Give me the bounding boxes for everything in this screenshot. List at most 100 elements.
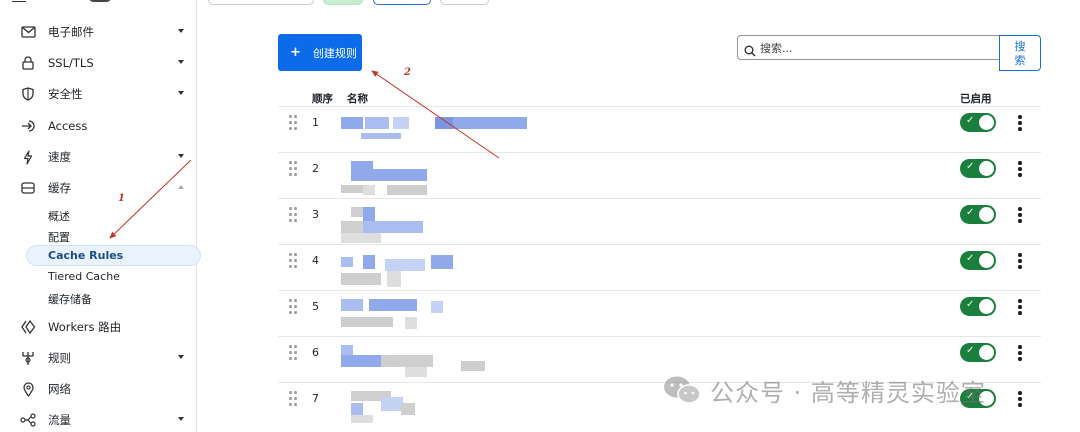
more-options-icon[interactable] <box>1016 345 1024 361</box>
back-arrow-icon[interactable] <box>12 0 26 2</box>
rule-name-redacted <box>341 341 571 381</box>
sidebar-item-speed[interactable]: 速度 <box>0 144 197 170</box>
top-button-partial-green[interactable] <box>323 0 363 5</box>
top-select-partial[interactable] <box>208 0 314 5</box>
traffic-icon <box>20 412 36 428</box>
enabled-toggle[interactable]: ✓ <box>960 297 996 316</box>
sidebar-item-email[interactable]: 电子邮件 <box>0 19 197 45</box>
enabled-toggle[interactable]: ✓ <box>960 343 996 362</box>
envelope-icon <box>20 24 36 40</box>
sidebar-item-ssl[interactable]: SSL/TLS <box>0 50 197 76</box>
table-row[interactable]: 1 ✓ <box>278 106 1041 152</box>
watermark-text: 公众号 · 高等精灵实验室 <box>710 378 986 407</box>
toggle-knob <box>979 345 994 360</box>
check-icon: ✓ <box>966 161 975 172</box>
sidebar-item-rules[interactable]: 规则 <box>0 345 197 371</box>
site-name-partial <box>88 0 112 2</box>
rule-order: 6 <box>312 346 319 359</box>
rule-name-redacted <box>341 157 571 197</box>
chevron-down-icon <box>178 417 184 421</box>
table-row[interactable]: 4 ✓ <box>278 244 1041 290</box>
rule-order: 7 <box>312 392 319 405</box>
toggle-knob <box>979 115 994 130</box>
more-options-icon[interactable] <box>1016 253 1024 269</box>
chevron-down-icon <box>178 29 184 33</box>
rule-order: 1 <box>312 116 319 129</box>
sidebar-subitem-tiered-cache[interactable]: Tiered Cache <box>48 270 120 283</box>
table-row[interactable]: 5 ✓ <box>278 290 1041 336</box>
lightning-icon <box>20 149 36 165</box>
sidebar-item-workers-routes[interactable]: Workers 路由 <box>0 314 197 340</box>
sidebar-subitem-cache-rules[interactable]: Cache Rules <box>26 245 201 266</box>
top-button-partial-plain[interactable] <box>440 0 489 5</box>
column-header-name: 名称 <box>347 93 368 105</box>
rule-name-redacted <box>341 111 571 151</box>
sidebar-item-security[interactable]: 安全性 <box>0 81 197 107</box>
chevron-up-icon <box>178 185 184 189</box>
drag-handle-icon[interactable] <box>289 161 299 177</box>
column-header-enabled: 已启用 <box>960 93 992 105</box>
rule-order: 2 <box>312 162 319 175</box>
wechat-icon <box>662 375 702 405</box>
enabled-toggle[interactable]: ✓ <box>960 159 996 178</box>
sidebar-subitem-config[interactable]: 配置 <box>48 229 70 245</box>
search-input[interactable] <box>760 39 990 57</box>
lock-icon <box>20 55 36 71</box>
enabled-toggle[interactable]: ✓ <box>960 205 996 224</box>
table-row[interactable]: 3 ✓ <box>278 198 1041 244</box>
check-icon: ✓ <box>966 253 975 264</box>
sidebar-item-label: 网络 <box>48 382 71 396</box>
sidebar-item-label: 流量 <box>48 413 71 427</box>
access-icon <box>20 118 36 134</box>
rule-name-redacted <box>341 249 571 289</box>
create-rule-button[interactable]: + 创建规则 <box>278 34 362 71</box>
check-icon: ✓ <box>966 115 975 126</box>
plus-icon: + <box>290 45 301 60</box>
cache-drive-icon <box>20 180 36 196</box>
chevron-down-icon <box>178 60 184 64</box>
rule-name-redacted <box>341 295 571 335</box>
sidebar-item-label: 规则 <box>48 351 71 365</box>
rule-name-redacted <box>341 387 571 427</box>
annotation-marker-1: 1 <box>118 193 125 204</box>
sidebar-item-cache[interactable]: 缓存 <box>0 175 197 201</box>
sidebar-item-traffic[interactable]: 流量 <box>0 407 197 432</box>
drag-handle-icon[interactable] <box>289 253 299 269</box>
drag-handle-icon[interactable] <box>289 299 299 315</box>
sidebar-subitem-overview[interactable]: 概述 <box>48 208 70 224</box>
sidebar-item-label: Workers 路由 <box>48 320 122 334</box>
rule-order: 4 <box>312 254 319 267</box>
toggle-knob <box>979 207 994 222</box>
rule-name-redacted <box>341 203 571 243</box>
rules-icon <box>20 350 36 366</box>
drag-handle-icon[interactable] <box>289 391 299 407</box>
chevron-down-icon <box>178 91 184 95</box>
sidebar: 电子邮件 SSL/TLS 安全性 Access 速度 缓存 概述 配置 Cach… <box>0 0 201 432</box>
drag-handle-icon[interactable] <box>289 207 299 223</box>
sidebar-item-network[interactable]: 网络 <box>0 376 197 402</box>
sidebar-item-access[interactable]: Access <box>0 113 197 139</box>
more-options-icon[interactable] <box>1016 207 1024 223</box>
sidebar-item-label: 电子邮件 <box>48 25 94 39</box>
location-pin-icon <box>20 381 36 397</box>
chevron-down-icon <box>178 154 184 158</box>
check-icon: ✓ <box>966 299 975 310</box>
table-row[interactable]: 2 ✓ <box>278 152 1041 198</box>
sidebar-item-label: 速度 <box>48 150 71 164</box>
annotation-marker-2: 2 <box>404 67 411 78</box>
search-button[interactable]: 搜索 <box>999 35 1041 71</box>
more-options-icon[interactable] <box>1016 391 1024 407</box>
workers-icon <box>20 319 36 335</box>
enabled-toggle[interactable]: ✓ <box>960 113 996 132</box>
sidebar-subitem-cache-reserve[interactable]: 缓存储备 <box>48 291 92 307</box>
top-button-partial-blue[interactable] <box>373 0 431 5</box>
sidebar-top-partial <box>0 0 197 8</box>
more-options-icon[interactable] <box>1016 161 1024 177</box>
drag-handle-icon[interactable] <box>289 115 299 131</box>
drag-handle-icon[interactable] <box>289 345 299 361</box>
more-options-icon[interactable] <box>1016 299 1024 315</box>
more-options-icon[interactable] <box>1016 115 1024 131</box>
enabled-toggle[interactable]: ✓ <box>960 251 996 270</box>
chevron-down-icon <box>178 355 184 359</box>
rule-order: 3 <box>312 208 319 221</box>
